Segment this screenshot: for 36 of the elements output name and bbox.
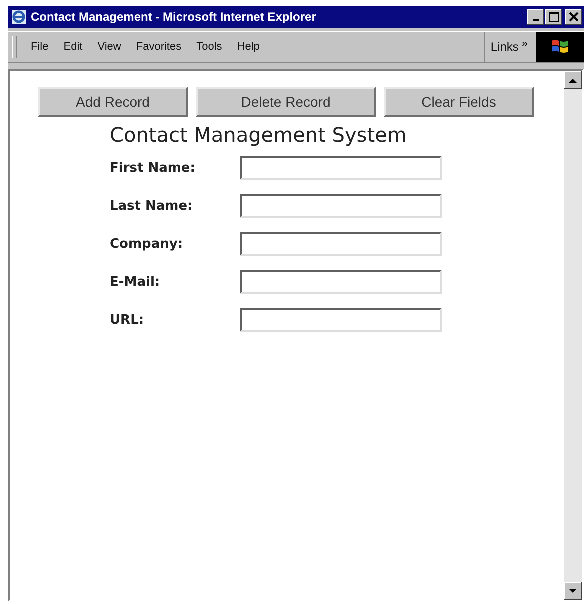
scrollbar[interactable]: [564, 71, 582, 600]
input-field[interactable]: [240, 308, 442, 332]
menu-item[interactable]: Tools: [196, 41, 222, 53]
menu-item[interactable]: Help: [237, 41, 260, 53]
form-button[interactable]: Add Record: [38, 87, 188, 117]
close-icon: [568, 12, 578, 22]
chevron-button[interactable]: »: [522, 38, 528, 50]
field-label: E-Mail:: [110, 274, 162, 290]
maximize-icon: [548, 12, 558, 22]
menu-item[interactable]: View: [98, 41, 122, 53]
field-label: First Name:: [110, 160, 196, 176]
down-arrow-icon: [569, 588, 577, 594]
form-heading: Contact Management System: [110, 123, 408, 147]
close-button[interactable]: [565, 9, 582, 25]
field-label: URL:: [110, 312, 146, 328]
minimize-button[interactable]: [527, 9, 544, 25]
scroll-down-button[interactable]: [564, 582, 582, 600]
scroll-up-button[interactable]: [564, 71, 582, 89]
field-label: Last Name:: [110, 198, 194, 214]
input-field[interactable]: [240, 232, 442, 256]
up-arrow-icon: [569, 78, 577, 82]
minimize-icon: [532, 19, 538, 21]
flag-icon: [550, 38, 570, 56]
field-label: Company:: [110, 236, 184, 252]
links-button[interactable]: Links: [490, 40, 519, 54]
menu-item[interactable]: Favorites: [136, 41, 182, 53]
browser-icon: [11, 9, 27, 25]
menu-item[interactable]: Edit: [64, 41, 83, 53]
input-field[interactable]: [240, 194, 442, 218]
form-button[interactable]: Clear Fields: [384, 87, 534, 117]
menu-item[interactable]: File: [31, 41, 49, 53]
window-title: Contact Management - Microsoft Internet Explorer: [31, 10, 318, 24]
maximize-button[interactable]: [545, 9, 562, 25]
input-field[interactable]: [240, 156, 442, 180]
input-field[interactable]: [240, 270, 442, 294]
form-button[interactable]: Delete Record: [196, 87, 376, 117]
